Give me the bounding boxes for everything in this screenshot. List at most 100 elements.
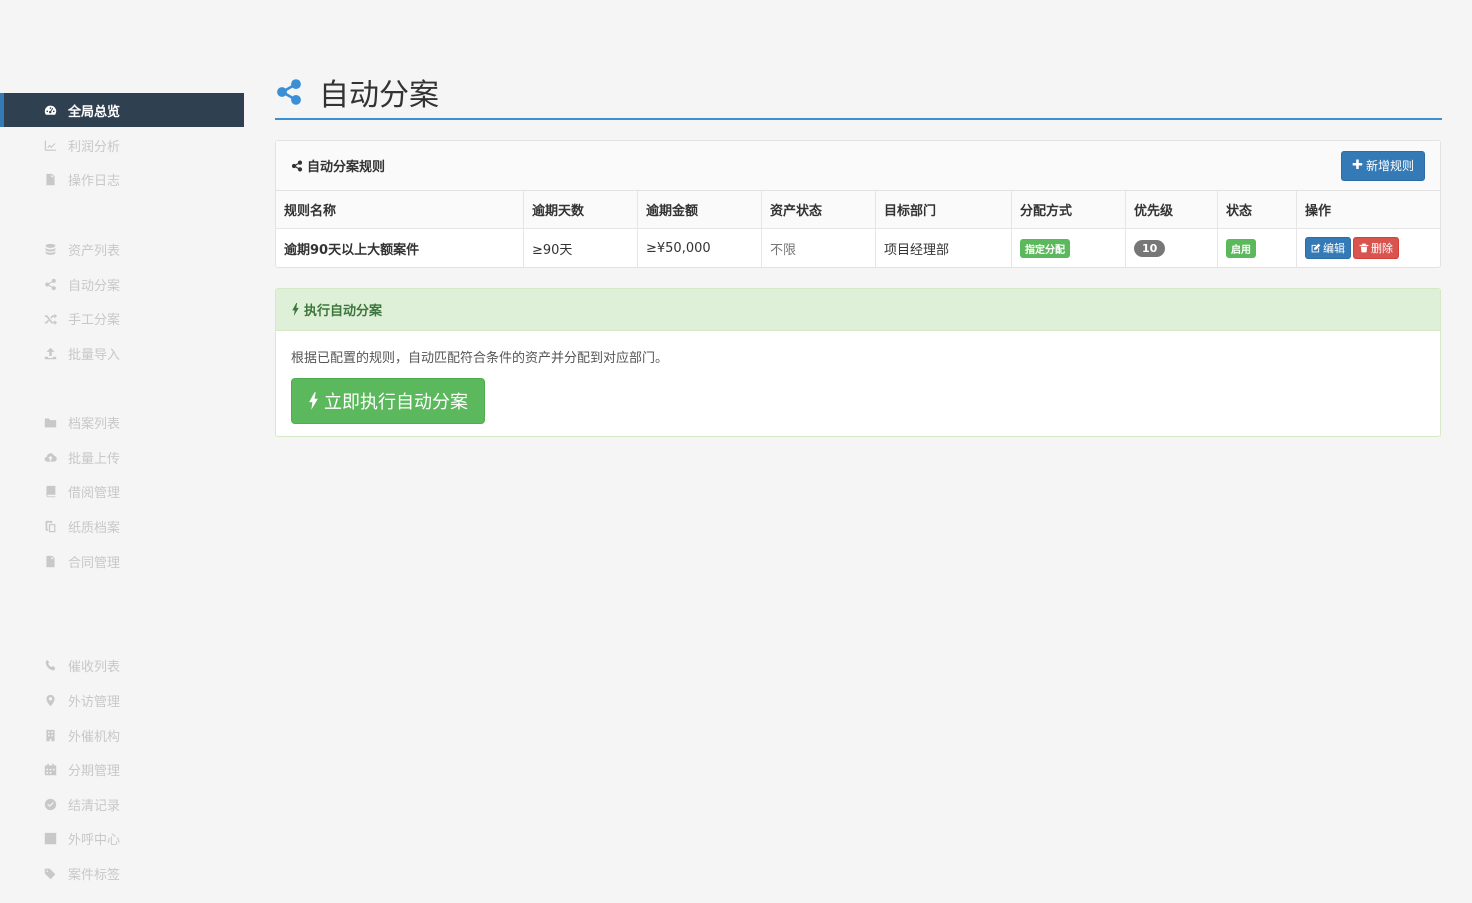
tags-icon [42,865,58,881]
sidebar: 全局总览 利润分析 操作日志 资产列表 自动分案 手工分案 批量导入 档案列表 … [0,0,244,903]
col-header: 操作 [1296,191,1440,229]
dashboard-icon [42,102,58,118]
bolt-icon [309,392,318,410]
sidebar-item-label: 操作日志 [68,173,121,189]
col-header: 规则名称 [276,191,524,229]
sidebar-item-outbound-call-center[interactable]: 外呼中心 [0,821,244,855]
sidebar-item-paper-archive[interactable]: 纸质档案 [0,509,244,543]
sidebar-item-label: 分期管理 [68,763,121,779]
priority-cell: 10 [1125,228,1218,267]
sidebar-item-label: 外催机构 [68,729,121,745]
sidebar-item-label: 资产列表 [68,243,121,259]
status-cell: 启用 [1217,228,1297,267]
col-header: 优先级 [1125,191,1218,229]
page-title: 自动分案 [319,78,439,113]
asset-status: 不限 [761,228,876,267]
upload-icon [42,345,58,361]
sidebar-item-label: 纸质档案 [68,520,121,536]
sidebar-item-label: 档案列表 [68,416,121,432]
phone-square-icon [42,830,58,846]
bolt-icon [292,303,299,316]
shuffle-icon [42,310,58,326]
sidebar-item-label: 外呼中心 [68,832,121,848]
sidebar-item-label: 外访管理 [68,694,121,710]
sidebar-item-borrow-management[interactable]: 借阅管理 [0,474,244,508]
share-icon [291,160,303,171]
sidebar-item-label: 手工分案 [68,312,121,328]
rules-panel-header: 自动分案规则 ✚ 新增规则 [276,141,1440,191]
sidebar-item-settlement-records[interactable]: 结清记录 [0,787,244,821]
sidebar-item-label: 案件标签 [68,867,121,883]
col-header: 状态 [1217,191,1297,229]
page-header: 自动分案 [275,66,1442,120]
file-icon [42,171,58,187]
sidebar-item-outsource-agency[interactable]: 外催机构 [0,718,244,752]
calendar-icon [42,761,58,777]
share-icon [42,276,58,292]
cloud-upload-icon [42,449,58,465]
sidebar-item-archive-list[interactable]: 档案列表 [0,405,244,439]
target-dept: 项目经理部 [875,228,1012,267]
col-header: 逾期天数 [523,191,638,229]
sidebar-item-overview[interactable]: 全局总览 [0,93,244,127]
run-auto-assign-button[interactable]: 立即执行自动分案 [291,378,485,424]
table-row: 逾期90天以上大额案件 ≥90天 ≥¥50,000 不限 项目经理部 指定分配 … [276,228,1441,268]
col-header: 逾期金额 [637,191,762,229]
col-header: 分配方式 [1011,191,1126,229]
priority-badge: 10 [1134,239,1166,257]
phone-icon [42,657,58,673]
file-icon [42,553,58,569]
overdue-days: ≥90天 [523,228,638,267]
sidebar-item-case-tags[interactable]: 案件标签 [0,856,244,890]
folder-icon [42,414,58,430]
sidebar-item-installment-management[interactable]: 分期管理 [0,752,244,786]
sidebar-item-label: 批量导入 [68,347,121,363]
status-badge: 启用 [1226,238,1256,258]
sidebar-item-label: 合同管理 [68,555,121,571]
actions-cell: 编辑 删除 [1297,229,1441,268]
edit-button[interactable]: 编辑 [1305,237,1351,259]
plus-icon: ✚ [1352,158,1363,173]
exec-panel-body: 根据已配置的规则，自动匹配符合条件的资产并分配到对应部门。 立即执行自动分案 [276,331,1440,440]
add-rule-label: 新增规则 [1365,159,1414,173]
exec-panel-title: 执行自动分案 [304,304,383,319]
sidebar-item-label: 利润分析 [68,139,121,155]
edit-icon [1311,243,1321,253]
sidebar-item-collection-list[interactable]: 催收列表 [0,648,244,682]
map-marker-icon [42,692,58,708]
table-header-row: 规则名称 逾期天数 逾期金额 资产状态 目标部门 分配方式 优先级 状态 操作 [276,191,1440,229]
delete-button[interactable]: 删除 [1353,237,1399,259]
assign-method-cell: 指定分配 [1011,228,1126,267]
sidebar-item-label: 催收列表 [68,659,121,675]
exec-panel-header: 执行自动分案 [276,289,1440,331]
edit-label: 编辑 [1323,242,1345,255]
rules-panel-title: 自动分案规则 [291,156,385,175]
col-header: 目标部门 [875,191,1012,229]
col-header: 资产状态 [761,191,876,229]
share-icon [275,78,303,106]
sidebar-item-operation-log[interactable]: 操作日志 [0,162,244,196]
copy-icon [42,518,58,534]
sidebar-item-contract-management[interactable]: 合同管理 [0,544,244,578]
sidebar-item-profit-analysis[interactable]: 利润分析 [0,128,244,162]
exec-description: 根据已配置的规则，自动匹配符合条件的资产并分配到对应部门。 [291,351,669,366]
sidebar-item-batch-import[interactable]: 批量导入 [0,336,244,370]
sidebar-item-label: 全局总览 [68,104,121,120]
rules-panel: 自动分案规则 ✚ 新增规则 规则名称 逾期天数 逾期金额 资产状态 目标部门 分… [275,140,1441,268]
sidebar-item-auto-assign[interactable]: 自动分案 [0,267,244,301]
delete-label: 删除 [1371,242,1393,255]
rules-table: 规则名称 逾期天数 逾期金额 资产状态 目标部门 分配方式 优先级 状态 操作 … [276,191,1440,267]
sidebar-item-asset-list[interactable]: 资产列表 [0,232,244,266]
building-icon [42,727,58,743]
assign-method-label: 指定分配 [1020,238,1070,258]
sidebar-item-label: 借阅管理 [68,485,121,501]
sidebar-item-manual-assign[interactable]: 手工分案 [0,301,244,335]
book-icon [42,483,58,499]
database-icon [42,241,58,257]
add-rule-button[interactable]: ✚ 新增规则 [1341,150,1425,181]
check-circle-icon [42,796,58,812]
rule-name: 逾期90天以上大额案件 [276,228,524,267]
sidebar-item-visit-management[interactable]: 外访管理 [0,683,244,717]
sidebar-item-batch-upload[interactable]: 批量上传 [0,440,244,474]
trash-icon [1359,243,1369,253]
